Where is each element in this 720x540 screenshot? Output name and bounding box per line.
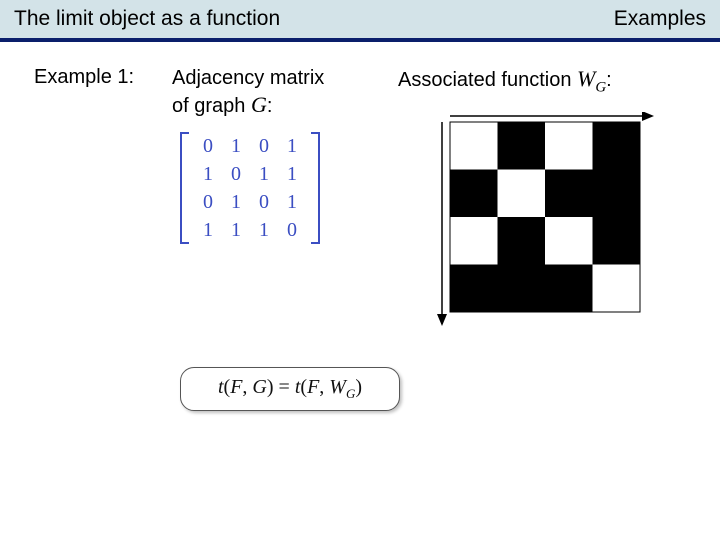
heatmap-cell [498,170,546,218]
matrix-cell: 1 [278,160,306,188]
slide-section: Examples [614,7,706,31]
heatmap-cell [450,122,498,170]
heatmap-cell [498,265,546,313]
heatmap-cell [498,122,546,170]
matrix-cell: 1 [278,188,306,216]
associated-label: Associated function WG: [398,66,612,96]
heatmap-cell [545,170,593,218]
matrix-cell: 1 [222,132,250,160]
matrix-cell: 0 [278,216,306,244]
adjacency-line1: Adjacency matrix [172,67,324,89]
heatmap-cell [545,122,593,170]
matrix-cell: 0 [250,132,278,160]
formula-box: t(F, G) = t(F, WG) [180,367,400,411]
matrix-cell: 1 [250,160,278,188]
matrix-cell: 1 [194,160,222,188]
heatmap-cell [593,217,641,265]
heatmap-cell [498,217,546,265]
heatmap-cell [593,122,641,170]
matrix-cell: 1 [278,132,306,160]
matrix-cell: 0 [194,132,222,160]
heatmap-cell [450,170,498,218]
example-label: Example 1: [34,66,134,89]
matrix-cell: 1 [250,216,278,244]
associated-suffix: : [606,69,612,91]
adjacency-line2-prefix: of graph [172,95,251,117]
matrix-cell: 0 [222,160,250,188]
heatmap-cell [593,265,641,313]
graphon-svg [430,112,670,332]
bracket-right-icon [310,132,320,244]
graphon-plot [430,112,670,332]
matrix-grid: 0101101101011110 [194,132,306,244]
formula-text: t(F, G) = t(F, WG) [218,376,362,402]
adjacency-matrix: 0101101101011110 [180,132,320,244]
matrix-cell: 1 [222,188,250,216]
adjacency-line2-suffix: : [267,95,273,117]
graph-symbol: G [251,92,267,117]
matrix-cell: 1 [194,216,222,244]
slide-title: The limit object as a function [14,7,280,31]
bracket-left-icon [180,132,190,244]
heatmap-cell [450,217,498,265]
heatmap-cell [545,217,593,265]
matrix-cell: 1 [222,216,250,244]
heatmap-cell [450,265,498,313]
matrix-cell: 0 [250,188,278,216]
arrow-right-icon [642,112,654,121]
arrow-down-icon [437,314,447,326]
matrix-cell: 0 [194,188,222,216]
associated-prefix: Associated function [398,69,577,91]
adjacency-label: Adjacency matrix of graph G: [172,66,324,119]
heatmap-cell [593,170,641,218]
associated-symbol: WG [577,66,606,91]
title-bar: The limit object as a function Examples [0,0,720,42]
heatmap-cell [545,265,593,313]
